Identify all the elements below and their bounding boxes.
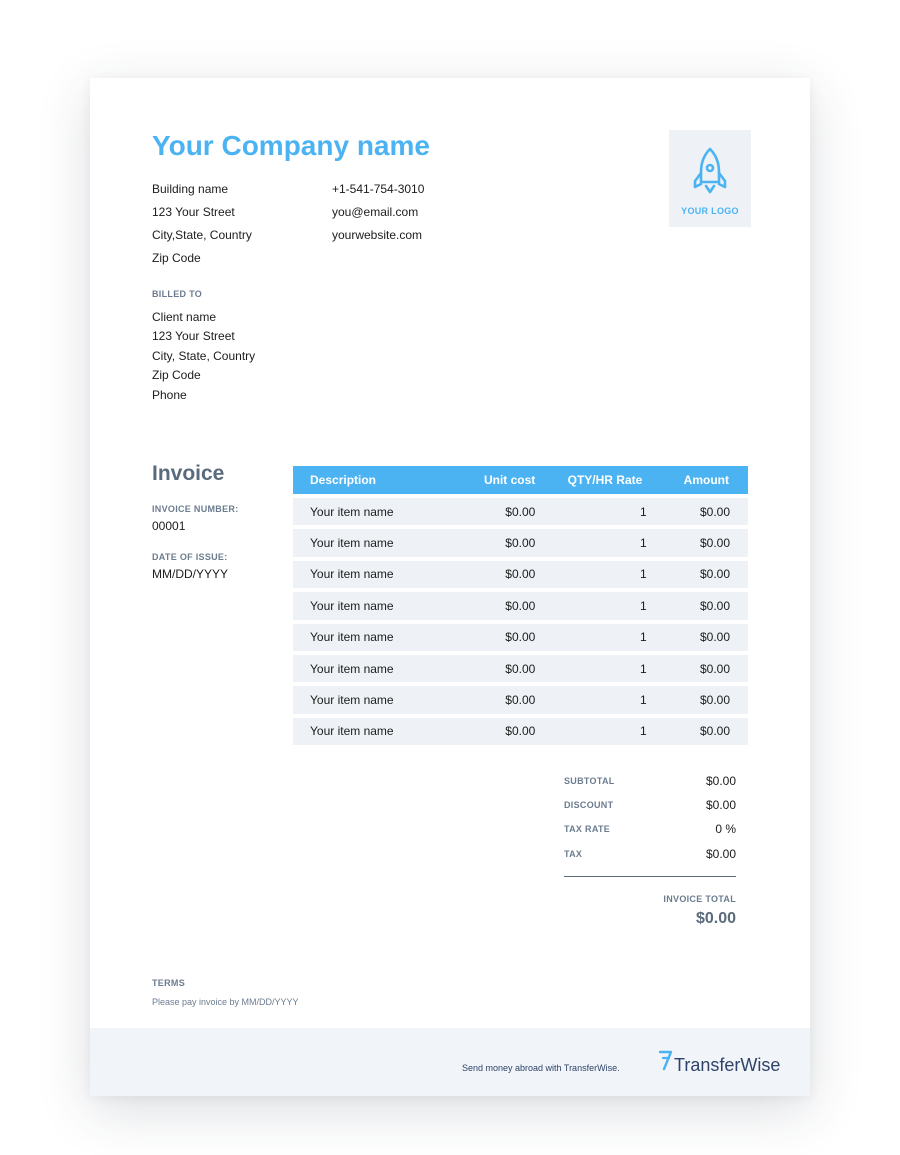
tax-label: TAX	[564, 848, 583, 859]
address-line: City,State, Country	[152, 228, 252, 242]
item-description: Your item name	[293, 529, 471, 557]
item-unit-cost: $0.00	[470, 529, 536, 557]
client-zip: Zip Code	[152, 368, 201, 383]
client-phone: Phone	[152, 387, 187, 402]
invoice-sheet: Your Company name Building name 123 Your…	[90, 78, 810, 1096]
item-unit-cost: $0.00	[470, 717, 536, 746]
subtotal-value: $0.00	[705, 774, 736, 788]
transferwise-brand-name: TransferWise	[674, 1055, 781, 1075]
table-row: Your item name $0.00 1 $0.00	[293, 654, 748, 683]
item-amount: $0.00	[646, 623, 748, 651]
table-row: Your item name $0.00 1 $0.00	[293, 623, 748, 651]
address-line: Zip Code	[152, 251, 201, 265]
summary-row-subtotal: SUBTOTAL $0.00	[564, 774, 736, 798]
summary-divider	[564, 876, 736, 877]
tax-value: $0.00	[705, 846, 736, 861]
item-qty: 1	[535, 560, 647, 589]
contact-website: yourwebsite.com	[332, 228, 423, 242]
invoice-title: Invoice	[152, 462, 225, 485]
address-line: Building name	[152, 182, 229, 196]
table-row: Your item name $0.00 1 $0.00	[293, 529, 748, 557]
item-unit-cost: $0.00	[470, 498, 536, 526]
line-items-table: Description Unit cost QTY/HR Rate Amount…	[293, 462, 748, 749]
summary-row-discount: DISCOUNT $0.00	[564, 798, 736, 822]
item-amount: $0.00	[646, 717, 748, 746]
address-line: 123 Your Street	[152, 205, 235, 219]
item-description: Your item name	[293, 560, 471, 589]
item-amount: $0.00	[646, 592, 748, 620]
terms-text: Please pay invoice by MM/DD/YYYY	[152, 997, 299, 1007]
item-qty: 1	[535, 623, 647, 651]
invoice-number-label: INVOICE NUMBER:	[152, 504, 239, 514]
client-street: 123 Your Street	[152, 329, 235, 344]
footer-tagline: Send money abroad with TransferWise.	[462, 1063, 620, 1073]
item-unit-cost: $0.00	[470, 592, 536, 620]
logo-text: YOUR LOGO	[681, 206, 739, 216]
item-amount: $0.00	[646, 560, 748, 589]
table-row: Your item name $0.00 1 $0.00	[293, 686, 748, 714]
billed-to-details: Client name 123 Your Street City, State,…	[152, 309, 255, 406]
item-qty: 1	[535, 686, 647, 714]
item-qty: 1	[535, 717, 647, 746]
company-contact: +1-541-754-3010 you@email.com yourwebsit…	[332, 181, 424, 250]
invoice-total-label: INVOICE TOTAL	[663, 894, 736, 904]
company-name: Your Company name	[152, 130, 430, 161]
tax-rate-value: 0 %	[715, 822, 736, 837]
item-unit-cost: $0.00	[470, 654, 536, 683]
discount-value: $0.00	[705, 798, 736, 813]
discount-label: DISCOUNT	[564, 800, 614, 811]
logo-placeholder: YOUR LOGO	[669, 130, 751, 227]
header-amount: Amount	[646, 466, 748, 494]
transferwise-logo-icon	[659, 1050, 673, 1071]
summary-row-tax: TAX $0.00	[564, 847, 736, 871]
company-address: Building name 123 Your Street City,State…	[152, 181, 252, 273]
table-row: Your item name $0.00 1 $0.00	[293, 717, 748, 746]
item-amount: $0.00	[646, 498, 748, 526]
table-row: Your item name $0.00 1 $0.00	[293, 560, 748, 589]
summary-row-tax-rate: TAX RATE 0 %	[564, 822, 736, 846]
contact-email: you@email.com	[332, 205, 419, 219]
billed-to-label: BILLED TO	[152, 289, 203, 299]
item-description: Your item name	[293, 498, 471, 526]
table-header-row: Description Unit cost QTY/HR Rate Amount	[293, 466, 748, 494]
contact-phone: +1-541-754-3010	[332, 182, 425, 196]
table-row: Your item name $0.00 1 $0.00	[293, 498, 748, 526]
item-qty: 1	[535, 529, 647, 557]
header-description: Description	[293, 466, 471, 494]
terms-label: TERMS	[152, 978, 185, 988]
client-city: City, State, Country	[152, 348, 256, 363]
item-qty: 1	[535, 498, 647, 526]
subtotal-label: SUBTOTAL	[564, 776, 615, 786]
item-qty: 1	[535, 592, 647, 620]
item-unit-cost: $0.00	[470, 560, 536, 589]
footer-bar: Send money abroad with TransferWise. Tra…	[90, 1028, 810, 1096]
table-row: Your item name $0.00 1 $0.00	[293, 592, 748, 620]
item-amount: $0.00	[646, 654, 748, 683]
item-unit-cost: $0.00	[470, 623, 536, 651]
item-description: Your item name	[293, 717, 471, 746]
rocket-icon	[693, 147, 727, 194]
tax-rate-label: TAX RATE	[564, 824, 611, 835]
header-unit-cost: Unit cost	[470, 466, 536, 494]
item-description: Your item name	[293, 592, 471, 620]
header-qty: QTY/HR Rate	[535, 466, 647, 494]
item-amount: $0.00	[646, 529, 748, 557]
item-unit-cost: $0.00	[470, 686, 536, 714]
invoice-total-value: $0.00	[695, 910, 736, 927]
item-amount: $0.00	[646, 686, 748, 714]
item-description: Your item name	[293, 686, 471, 714]
item-description: Your item name	[293, 654, 471, 683]
date-of-issue-label: DATE OF ISSUE:	[152, 552, 228, 562]
invoice-number: 00001	[152, 519, 186, 533]
client-name: Client name	[152, 310, 217, 324]
item-description: Your item name	[293, 623, 471, 651]
item-qty: 1	[535, 654, 647, 683]
summary-block: SUBTOTAL $0.00 DISCOUNT $0.00 TAX RATE 0…	[564, 774, 736, 871]
date-of-issue: MM/DD/YYYY	[152, 567, 229, 581]
